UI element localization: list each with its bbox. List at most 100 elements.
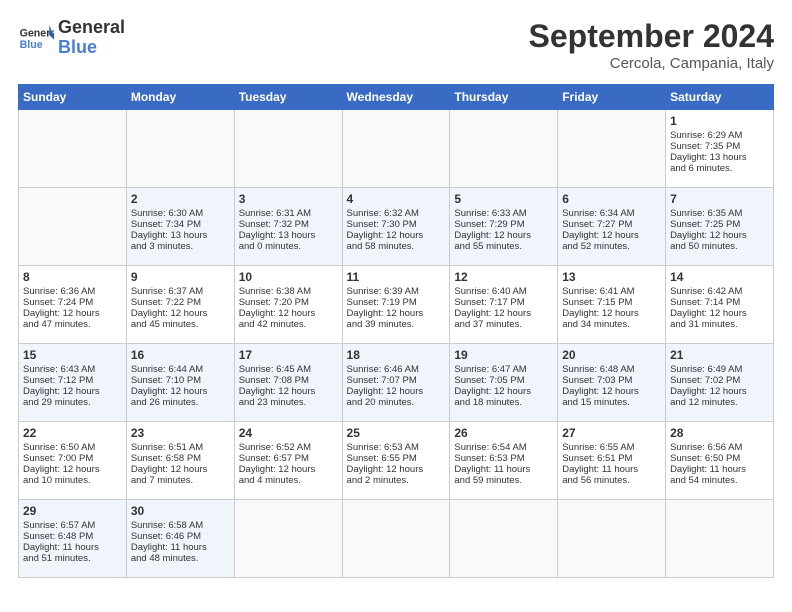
calendar-cell: 5Sunrise: 6:33 AMSunset: 7:29 PMDaylight…	[450, 188, 558, 266]
calendar-header: SundayMondayTuesdayWednesdayThursdayFrid…	[19, 85, 774, 110]
day-number: 24	[239, 426, 338, 440]
cell-line: Daylight: 12 hours	[239, 386, 338, 397]
cell-line: Sunset: 7:07 PM	[347, 375, 446, 386]
calendar-cell: 19Sunrise: 6:47 AMSunset: 7:05 PMDayligh…	[450, 344, 558, 422]
calendar-cell: 14Sunrise: 6:42 AMSunset: 7:14 PMDayligh…	[666, 266, 774, 344]
cell-line: Daylight: 12 hours	[670, 386, 769, 397]
logo-line1: General	[58, 18, 125, 38]
cell-line: Sunset: 7:24 PM	[23, 297, 122, 308]
cell-line: and 6 minutes.	[670, 163, 769, 174]
cell-line: Sunrise: 6:37 AM	[131, 286, 230, 297]
cell-line: Sunset: 7:35 PM	[670, 141, 769, 152]
week-row-2: 2Sunrise: 6:30 AMSunset: 7:34 PMDaylight…	[19, 188, 774, 266]
day-number: 26	[454, 426, 553, 440]
calendar-cell: 24Sunrise: 6:52 AMSunset: 6:57 PMDayligh…	[234, 422, 342, 500]
cell-line: Sunset: 7:15 PM	[562, 297, 661, 308]
cell-line: Daylight: 11 hours	[23, 542, 122, 553]
day-number: 16	[131, 348, 230, 362]
calendar-cell: 2 Sunrise: 6:30 AMSunset: 7:34 PMDaylight…	[126, 188, 234, 266]
cell-line: Daylight: 12 hours	[347, 230, 446, 241]
calendar-cell	[558, 500, 666, 578]
day-number: 5	[454, 192, 553, 206]
logo-line2: Blue	[58, 38, 125, 58]
calendar-cell: 13Sunrise: 6:41 AMSunset: 7:15 PMDayligh…	[558, 266, 666, 344]
calendar-cell: 8Sunrise: 6:36 AMSunset: 7:24 PMDaylight…	[19, 266, 127, 344]
day-number: 2	[131, 192, 230, 206]
week-row-4: 15Sunrise: 6:43 AMSunset: 7:12 PMDayligh…	[19, 344, 774, 422]
cell-line: Sunrise: 6:54 AM	[454, 442, 553, 453]
svg-text:Blue: Blue	[20, 39, 43, 51]
cell-line: Sunrise: 6:33 AM	[454, 208, 553, 219]
cell-line: Sunset: 7:34 PM	[131, 219, 230, 230]
cell-line: Daylight: 11 hours	[670, 464, 769, 475]
cell-line: and 34 minutes.	[562, 319, 661, 330]
day-number: 25	[347, 426, 446, 440]
day-number: 23	[131, 426, 230, 440]
cell-line: Daylight: 12 hours	[347, 308, 446, 319]
cell-line: Sunset: 7:29 PM	[454, 219, 553, 230]
col-header-saturday: Saturday	[666, 85, 774, 110]
cell-line: Daylight: 11 hours	[131, 542, 230, 553]
day-number: 13	[562, 270, 661, 284]
calendar-cell: 27Sunrise: 6:55 AMSunset: 6:51 PMDayligh…	[558, 422, 666, 500]
calendar-cell: 9Sunrise: 6:37 AMSunset: 7:22 PMDaylight…	[126, 266, 234, 344]
day-number: 1	[670, 114, 769, 128]
cell-line: and 59 minutes.	[454, 475, 553, 486]
cell-line: Sunrise: 6:36 AM	[23, 286, 122, 297]
cell-line: Sunrise: 6:34 AM	[562, 208, 661, 219]
cell-line: and 48 minutes.	[131, 553, 230, 564]
day-number: 18	[347, 348, 446, 362]
calendar-cell: 23Sunrise: 6:51 AMSunset: 6:58 PMDayligh…	[126, 422, 234, 500]
day-number: 14	[670, 270, 769, 284]
cell-line: Sunset: 7:12 PM	[23, 375, 122, 386]
calendar-cell: 20Sunrise: 6:48 AMSunset: 7:03 PMDayligh…	[558, 344, 666, 422]
cell-line: Sunset: 6:46 PM	[131, 531, 230, 542]
cell-line: Sunrise: 6:48 AM	[562, 364, 661, 375]
day-number: 6	[562, 192, 661, 206]
calendar-cell: 16Sunrise: 6:44 AMSunset: 7:10 PMDayligh…	[126, 344, 234, 422]
week-row-5: 22Sunrise: 6:50 AMSunset: 7:00 PMDayligh…	[19, 422, 774, 500]
cell-line: Sunrise: 6:53 AM	[347, 442, 446, 453]
cell-line: Sunrise: 6:50 AM	[23, 442, 122, 453]
calendar-cell	[234, 500, 342, 578]
day-number: 20	[562, 348, 661, 362]
cell-line: Sunset: 6:50 PM	[670, 453, 769, 464]
cell-line: Daylight: 12 hours	[670, 230, 769, 241]
cell-line: Sunrise: 6:41 AM	[562, 286, 661, 297]
day-number: 30	[131, 504, 230, 518]
cell-line: Sunrise: 6:45 AM	[239, 364, 338, 375]
col-header-tuesday: Tuesday	[234, 85, 342, 110]
calendar-cell: 12Sunrise: 6:40 AMSunset: 7:17 PMDayligh…	[450, 266, 558, 344]
cell-line: Daylight: 12 hours	[131, 308, 230, 319]
cell-line: Sunset: 7:08 PM	[239, 375, 338, 386]
week-row-6: 29Sunrise: 6:57 AMSunset: 6:48 PMDayligh…	[19, 500, 774, 578]
col-header-sunday: Sunday	[19, 85, 127, 110]
cell-line: and 2 minutes.	[347, 475, 446, 486]
cell-line: and 0 minutes.	[239, 241, 338, 252]
cell-line: and 23 minutes.	[239, 397, 338, 408]
day-number: 22	[23, 426, 122, 440]
day-number: 7	[670, 192, 769, 206]
cell-line: Sunset: 7:22 PM	[131, 297, 230, 308]
page: General Blue General Blue September 2024…	[0, 0, 792, 612]
calendar-cell: 29Sunrise: 6:57 AMSunset: 6:48 PMDayligh…	[19, 500, 127, 578]
cell-line: and 31 minutes.	[670, 319, 769, 330]
cell-line: Sunrise: 6:39 AM	[347, 286, 446, 297]
cell-line: Daylight: 12 hours	[23, 386, 122, 397]
cell-line: Sunrise: 6:55 AM	[562, 442, 661, 453]
calendar-cell: 1Sunrise: 6:29 AMSunset: 7:35 PMDaylight…	[666, 110, 774, 188]
calendar-cell: 30Sunrise: 6:58 AMSunset: 6:46 PMDayligh…	[126, 500, 234, 578]
cell-line: Sunrise: 6:38 AM	[239, 286, 338, 297]
cell-line: Daylight: 12 hours	[239, 308, 338, 319]
cell-line: and 10 minutes.	[23, 475, 122, 486]
title-block: September 2024 Cercola, Campania, Italy	[529, 18, 774, 72]
cell-line: Daylight: 12 hours	[131, 464, 230, 475]
cell-line: Sunrise: 6:47 AM	[454, 364, 553, 375]
cell-line: Sunrise: 6:30 AM	[131, 208, 230, 219]
calendar-cell: 4Sunrise: 6:32 AMSunset: 7:30 PMDaylight…	[342, 188, 450, 266]
cell-line: Daylight: 13 hours	[131, 230, 230, 241]
cell-line: Sunrise: 6:32 AM	[347, 208, 446, 219]
cell-line: and 29 minutes.	[23, 397, 122, 408]
cell-line: Sunset: 7:30 PM	[347, 219, 446, 230]
cell-line: and 3 minutes.	[131, 241, 230, 252]
